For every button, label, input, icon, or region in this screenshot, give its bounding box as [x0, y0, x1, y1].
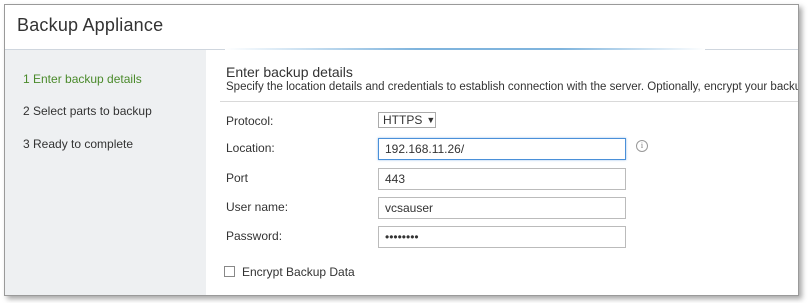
info-icon[interactable]: i — [636, 140, 648, 152]
section-heading: Enter backup details — [226, 64, 353, 80]
backup-dialog: Backup Appliance 1 Enter backup details … — [4, 4, 799, 296]
encrypt-checkbox[interactable] — [224, 266, 235, 277]
section-description: Specify the location details and credent… — [226, 81, 799, 93]
protocol-select[interactable]: HTTPS ▼ — [378, 112, 436, 128]
location-input[interactable] — [378, 138, 626, 160]
location-label: Location: — [226, 141, 275, 155]
protocol-label: Protocol: — [226, 114, 274, 128]
port-input[interactable] — [378, 168, 626, 190]
step-select-parts[interactable]: 2 Select parts to backup — [23, 104, 152, 118]
password-label: Password: — [226, 229, 283, 243]
dialog-title: Backup Appliance — [17, 15, 164, 35]
port-label: Port — [226, 171, 249, 185]
section-divider — [220, 101, 798, 102]
step-enter-backup-details[interactable]: 1 Enter backup details — [23, 72, 142, 86]
chevron-down-icon: ▼ — [426, 115, 436, 125]
wizard-steps-sidebar: 1 Enter backup details 2 Select parts to… — [5, 50, 206, 295]
username-label: User name: — [226, 200, 289, 214]
encrypt-label[interactable]: Encrypt Backup Data — [242, 265, 355, 279]
password-input[interactable] — [378, 226, 626, 248]
protocol-value: HTTPS — [383, 113, 423, 127]
username-input[interactable] — [378, 197, 626, 219]
step-ready-to-complete[interactable]: 3 Ready to complete — [23, 137, 133, 151]
form-panel: Enter backup details Specify the locatio… — [206, 50, 798, 295]
